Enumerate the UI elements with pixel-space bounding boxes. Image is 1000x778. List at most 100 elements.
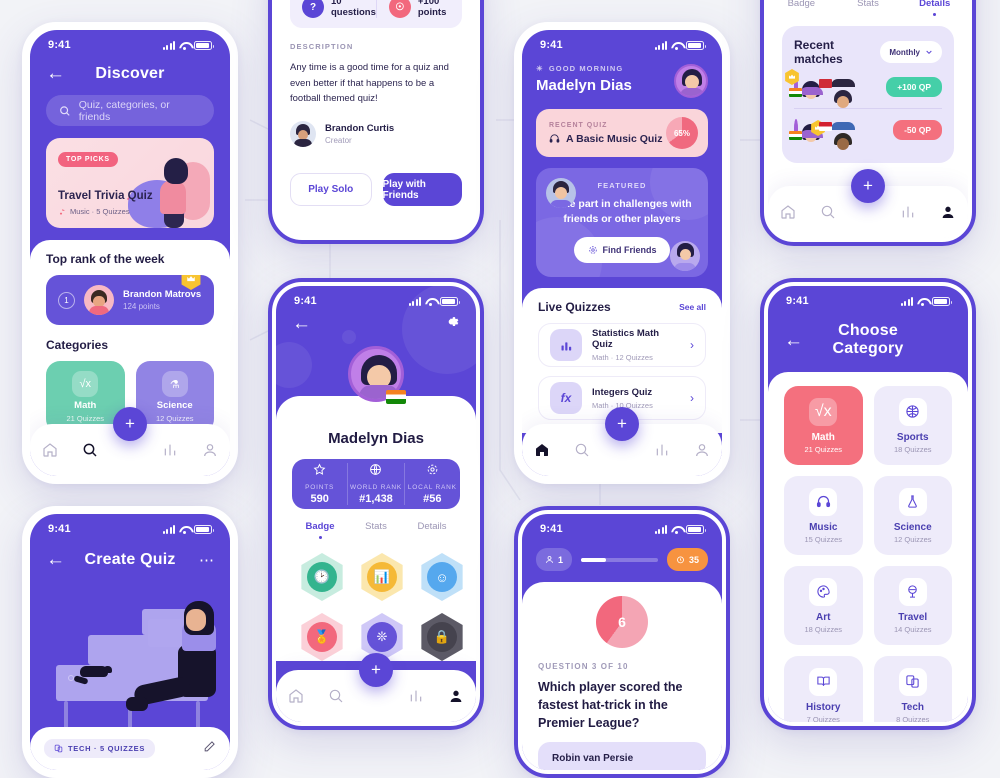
category-label: Science	[893, 521, 932, 533]
tab-stats[interactable]: Stats	[348, 521, 404, 539]
add-button[interactable]: +	[605, 407, 639, 441]
pencil-icon[interactable]	[203, 740, 216, 758]
badge-smile[interactable]: ☺	[421, 553, 463, 601]
add-button[interactable]: +	[851, 169, 885, 203]
category-tile-tech[interactable]: Tech 8 Quizzes	[873, 656, 952, 723]
add-button[interactable]: +	[113, 407, 147, 441]
recent-quiz-card[interactable]: RECENT QUIZ A Basic Music Quiz 65%	[536, 109, 708, 157]
phone-question: 9:41 1 35 6 QUESTION 3 OF 10 Which playe…	[514, 506, 730, 778]
bar-chart-icon[interactable]	[900, 204, 916, 220]
person-icon[interactable]	[448, 688, 464, 704]
rank-card[interactable]: 1 Brandon Matrovs 124 points	[46, 275, 214, 325]
category-tile-math[interactable]: √x Math 21 Quizzes	[784, 386, 863, 465]
search-placeholder: Quiz, categories, or friends	[78, 98, 170, 123]
top-pick-card[interactable]: TOP PICKS Travel Trivia Quiz Music · 5 Q…	[46, 138, 214, 228]
rank-position: 1	[58, 291, 75, 309]
tab-bar: +	[522, 407, 722, 476]
points-item: ☉ +100 points	[375, 0, 462, 18]
badge-chart[interactable]: 📊	[361, 553, 403, 601]
book-icon	[809, 667, 838, 696]
category-tile-travel[interactable]: Travel 14 Quizzes	[873, 566, 952, 645]
person-icon[interactable]	[202, 442, 218, 458]
category-label: Art	[816, 611, 831, 623]
add-button[interactable]: +	[359, 653, 393, 687]
home-icon[interactable]	[780, 204, 796, 220]
greeting-row: ☀ GOOD MORNING	[536, 64, 632, 73]
search-icon[interactable]	[328, 688, 344, 704]
category-count: 8 Quizzes	[896, 714, 930, 723]
tab-bar: +	[276, 653, 476, 722]
flag-icon	[789, 131, 802, 140]
phone-home: 9:41 ☀ GOOD MORNING Madelyn Dias RECENT …	[514, 22, 730, 484]
arrow-left-icon[interactable]: ←	[46, 550, 68, 569]
person-icon[interactable]	[694, 442, 710, 458]
play-solo-button[interactable]: Play Solo	[290, 173, 372, 207]
category-tile-science[interactable]: Science 12 Quizzes	[873, 476, 952, 555]
period-dropdown[interactable]: Monthly	[880, 41, 942, 63]
bar-chart-icon[interactable]	[408, 688, 424, 704]
battery-icon	[686, 524, 706, 534]
rank-section-title: Top rank of the week	[46, 252, 165, 266]
arrow-left-icon[interactable]: ←	[46, 64, 68, 83]
points-value: +100 points	[417, 0, 447, 18]
chevron-right-icon: ›	[690, 391, 694, 406]
creator-name: Brandon Curtis	[325, 123, 395, 135]
search-icon[interactable]	[820, 204, 836, 220]
category-tile-sports[interactable]: Sports 18 Quizzes	[873, 386, 952, 465]
target-icon	[427, 464, 438, 475]
person-icon[interactable]	[940, 204, 956, 220]
chevron-down-icon	[926, 50, 932, 55]
avatar[interactable]	[674, 64, 708, 98]
sun-icon: ☀	[536, 64, 544, 73]
questions-count: 10 questions	[331, 0, 376, 18]
badge-clock[interactable]: 🕑	[301, 553, 343, 601]
create-quiz-sheet: TECH · 5 QUIZZES	[30, 727, 230, 770]
badge-grid: 🕑 📊 ☺ 🏅 ❊ 🔒	[292, 553, 463, 661]
category-tile-history[interactable]: History 7 Quizzes	[784, 656, 863, 722]
tab-badge[interactable]: Badge	[292, 521, 348, 539]
category-label: Science	[156, 400, 193, 411]
battery-icon	[194, 40, 214, 50]
answer-option[interactable]: Robin van Persie	[538, 742, 706, 770]
home-icon[interactable]	[288, 688, 304, 704]
category-count: 12 Quizzes	[155, 414, 194, 423]
see-all-link[interactable]: See all	[679, 302, 706, 312]
fx-icon: fx	[550, 382, 582, 415]
wifi-icon	[671, 525, 682, 534]
wifi-icon	[671, 41, 682, 50]
bar-chart-icon[interactable]	[654, 442, 670, 458]
search-icon[interactable]	[82, 442, 98, 458]
play-with-friends-button[interactable]: Play with Friends	[382, 173, 462, 207]
match-row: VS -50 QP	[789, 109, 942, 151]
arrow-left-icon[interactable]: ←	[784, 331, 806, 350]
ellipsis-icon[interactable]: ⋯	[192, 551, 214, 569]
bar-chart-icon[interactable]	[162, 442, 178, 458]
search-icon[interactable]	[574, 442, 590, 458]
badge-locked[interactable]: 🔒	[421, 613, 463, 661]
phone-create-quiz: 9:41 ← Create Quiz ⋯ TECH · 5 QUIZZES	[22, 506, 238, 778]
top-pick-title: Travel Trivia Quiz	[58, 190, 153, 202]
list-item[interactable]: Statistics Math Quiz Math · 12 Quizzes ›	[538, 323, 706, 368]
tab-stats[interactable]: Stats	[835, 0, 902, 16]
page-title: Discover	[95, 64, 165, 82]
arrow-left-icon[interactable]: ←	[292, 314, 314, 333]
creator-role: Creator	[325, 136, 352, 146]
tab-details[interactable]: Details	[404, 521, 460, 539]
badge-medal[interactable]: 🏅	[301, 613, 343, 661]
quiz-tag[interactable]: TECH · 5 QUIZZES	[44, 739, 156, 758]
avatar	[84, 285, 114, 315]
home-icon[interactable]	[42, 442, 58, 458]
tab-badge[interactable]: Badge	[768, 0, 835, 16]
search-input[interactable]: Quiz, categories, or friends	[46, 95, 214, 126]
category-tile-music[interactable]: Music 15 Quizzes	[784, 476, 863, 555]
home-icon[interactable]	[534, 442, 550, 458]
category-label: History	[806, 701, 841, 713]
category-tile-art[interactable]: Art 18 Quizzes	[784, 566, 863, 645]
stat-label: WORLD RANK	[349, 484, 403, 491]
profile-name: Madelyn Dias	[328, 430, 424, 447]
category-science[interactable]: ⚗ Science 12 Quizzes	[135, 361, 214, 433]
stat-local-rank: LOCAL RANK #56	[403, 463, 460, 505]
tab-details[interactable]: Details	[901, 0, 968, 16]
battery-icon	[932, 296, 952, 306]
match-result: -50 QP	[893, 120, 942, 140]
